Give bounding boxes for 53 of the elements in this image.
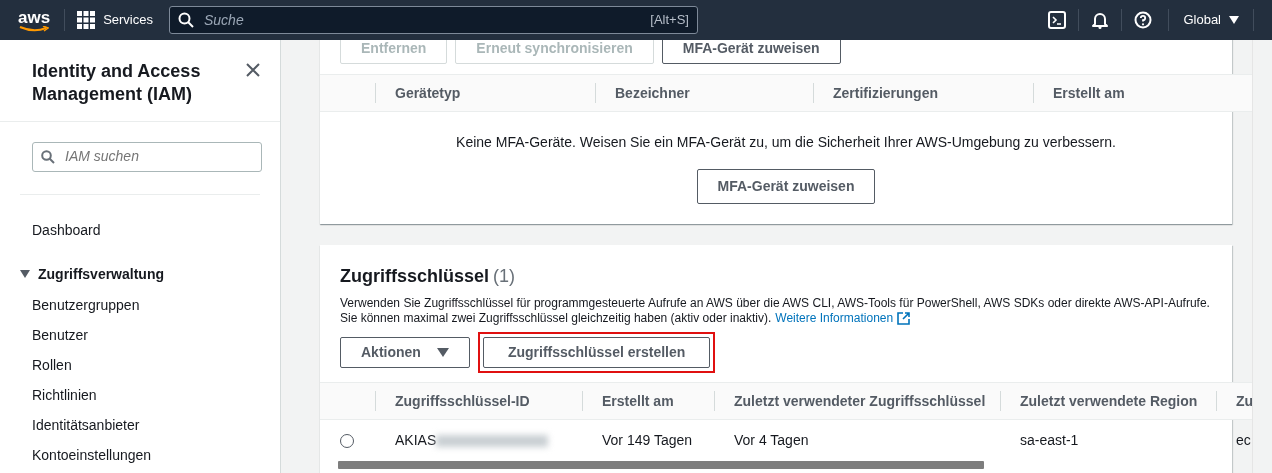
smile-arrow-icon (19, 26, 50, 32)
table-cell: AKIAS (395, 431, 437, 448)
external-link-icon (897, 312, 911, 325)
column-header: Zuletzt verwendete Region (1000, 382, 1216, 420)
assign-mfa-button[interactable]: MFA-Gerät zuweisen (696, 169, 876, 204)
nav-link[interactable]: Richtlinien (32, 385, 260, 405)
column-header: Bezeichner (595, 74, 813, 112)
shortcut-hint: [Alt+S] (650, 11, 689, 30)
description-text: Sie können maximal zwei Zugriffsschlüssel gleichzeitig haben (aktiv oder inaktiv). (340, 311, 772, 326)
nav-link[interactable]: Benutzergruppen (32, 295, 260, 315)
help-icon[interactable] (1134, 11, 1153, 29)
column-header: Gerätetyp (375, 74, 595, 112)
column-header: Zugriffsschlüssel-ID (375, 382, 582, 420)
column-header: Zuletzt verwendeter Zugriffsschlüssel (714, 382, 1000, 420)
search-icon (41, 149, 55, 164)
actions-dropdown[interactable]: Aktionen (340, 337, 470, 368)
terminal-icon[interactable] (1048, 11, 1067, 29)
nav-link[interactable]: Identitätsanbieter (32, 415, 260, 435)
close-button[interactable] (246, 63, 260, 77)
action-button[interactable]: MFA-Gerät zuweisen (661, 40, 841, 64)
nav-link[interactable]: Rollen (32, 355, 260, 375)
table-cell: sa-east-1 (1020, 431, 1079, 448)
column-header: Erstellt am (1033, 74, 1252, 112)
column-header: Zertifizierungen (813, 74, 1033, 112)
region-dropdown[interactable]: Global (1168, 9, 1254, 31)
search-box[interactable]: IAM suchen (32, 141, 262, 172)
table-cell: Vor 149 Tagen (602, 431, 693, 448)
search-box[interactable]: Suche [Alt+S] (169, 6, 698, 34)
logo-text[interactable]: aws (18, 9, 51, 26)
description-text: Verwenden Sie Zugriffsschlüssel für programmgesteuerte Aufrufe an AWS über die AWS CLI, AWS-Tools für PowerShell, AWS SDKs oder direkte AWS-API-Aufrufe. (340, 296, 1211, 311)
section-title: Zugriffsschlüssel (340, 265, 490, 288)
nav-link[interactable]: Benutzer (32, 325, 260, 345)
section-toggle[interactable]: Zugriffsverwaltung (20, 263, 164, 285)
empty-message: Keine MFA-Geräte. Weisen Sie ein MFA-Gerät zu, um die Sicherheit Ihrer AWS-Umgebung zu verbessern. (455, 133, 1117, 152)
column-header: Erstellt am (582, 382, 714, 420)
caret-icon (20, 269, 30, 280)
caret-icon (436, 348, 449, 357)
services-button[interactable]: Services (65, 10, 165, 30)
grid-icon (77, 11, 96, 29)
bell-icon[interactable] (1091, 11, 1110, 29)
search-field[interactable]: Suche (202, 8, 643, 32)
nav-link[interactable]: Dashboard (32, 219, 260, 241)
search-icon (178, 12, 194, 28)
scrollbar[interactable] (338, 460, 984, 469)
table-cell: ec (1236, 431, 1251, 448)
create-key-button[interactable]: Zugriffsschlüssel erstellen (482, 337, 711, 368)
item-count: (1) (493, 265, 516, 288)
column-header: Zu (1216, 382, 1252, 420)
caret-icon (1229, 16, 1239, 24)
learn-more-link[interactable]: Weitere Informationen (775, 311, 911, 326)
sidebar-title: Identity and Access Management (IAM) (32, 60, 202, 107)
table-cell: Vor 4 Tagen (734, 431, 809, 448)
nav-link[interactable]: Kontoeinstellungen (32, 445, 260, 465)
